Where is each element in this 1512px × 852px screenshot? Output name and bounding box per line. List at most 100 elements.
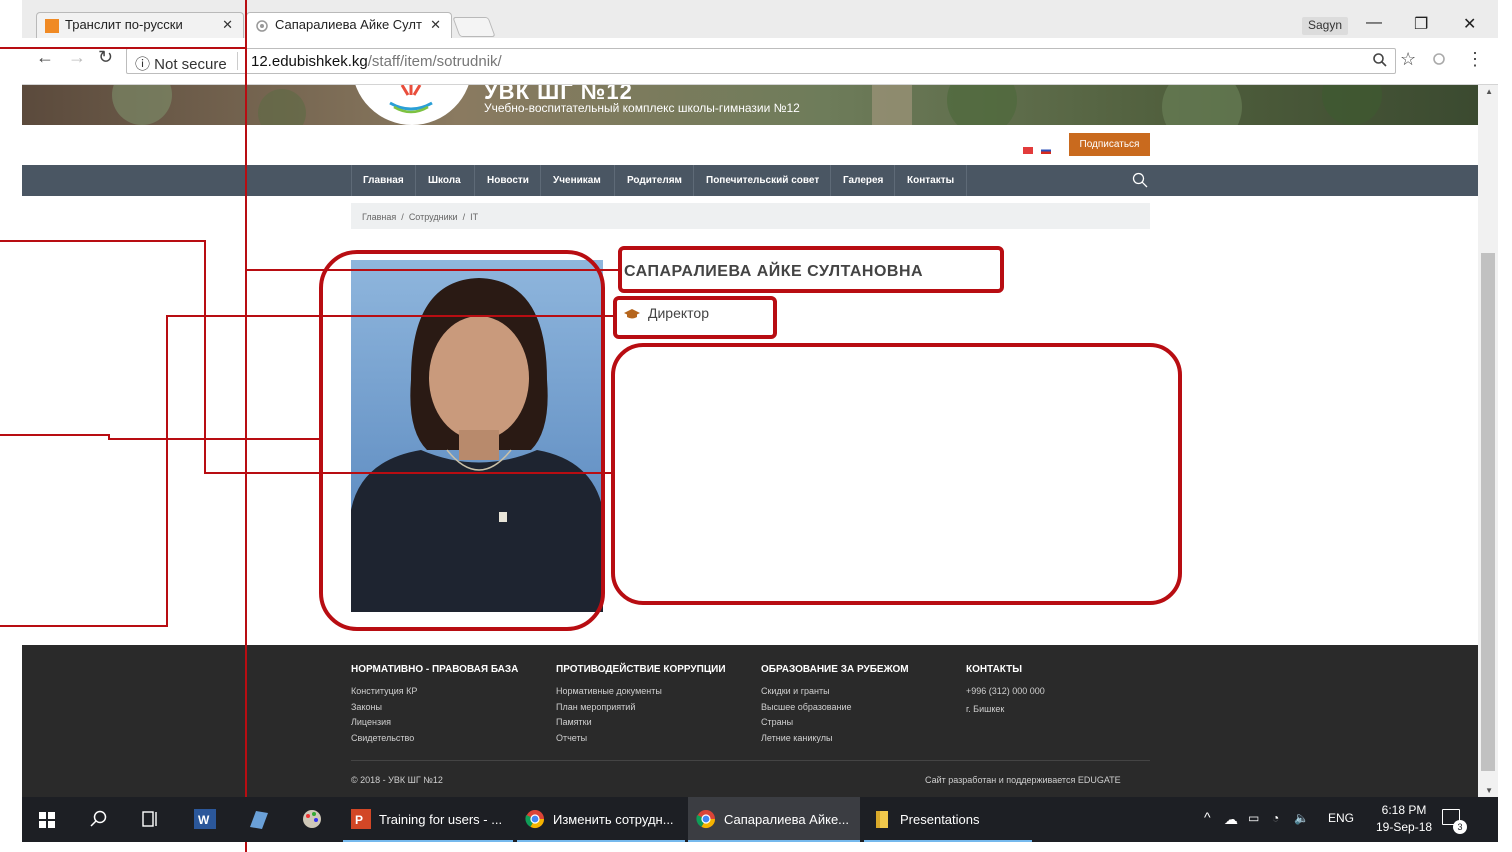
bookmark-star-icon[interactable]: ☆ (1400, 49, 1416, 70)
battery-icon[interactable]: ▭ (1248, 811, 1259, 825)
reload-icon[interactable]: ↻ (98, 47, 113, 68)
nav-divider (415, 165, 416, 196)
search-icon[interactable] (1132, 172, 1148, 188)
kyrgyz-flag-icon[interactable] (1023, 147, 1033, 154)
loading-favicon-icon (255, 19, 269, 33)
footer-link[interactable]: Законы (351, 700, 518, 716)
school-logo-icon[interactable] (380, 85, 442, 121)
taskbar-app-indicator (864, 840, 1032, 842)
word-app-icon[interactable]: W (194, 809, 216, 829)
annotation-description-box (611, 343, 1182, 605)
nav-item-parents[interactable]: Родителям (627, 175, 682, 186)
taskbar-app-powerpoint[interactable]: P Training for users - ... (343, 797, 513, 842)
forward-arrow-icon[interactable]: → (68, 47, 86, 68)
nav-item-home[interactable]: Главная (363, 175, 404, 186)
tray-chevron-up-icon[interactable]: ^ (1204, 809, 1211, 825)
taskbar-app-label: Presentations (900, 812, 980, 827)
footer-column-contacts: КОНТАКТЫ +996 (312) 000 000 г. Бишкек (966, 664, 1045, 717)
footer-link[interactable]: Скидки и гранты (761, 684, 909, 700)
scrollbar-thumb[interactable] (1481, 253, 1495, 771)
nav-item-board[interactable]: Попечительский совет (706, 175, 819, 186)
restore-icon[interactable]: ❐ (1414, 14, 1428, 34)
system-clock[interactable]: 6:18 PM 19-Sep-18 (1376, 802, 1432, 836)
taskbar-app-chrome-edit[interactable]: Изменить сотрудн... (517, 797, 685, 842)
nav-divider (830, 165, 831, 196)
back-arrow-icon[interactable]: ← (36, 47, 54, 68)
footer-link[interactable]: План мероприятий (556, 700, 726, 716)
extension-icon[interactable] (1432, 52, 1446, 71)
footer-link[interactable]: Высшее образование (761, 700, 909, 716)
footer-developer[interactable]: Сайт разработан и поддерживается EDUGATE (925, 775, 1121, 785)
paint-app-icon[interactable] (300, 807, 324, 831)
close-icon[interactable]: ✕ (430, 17, 441, 33)
footer-link[interactable]: Памятки (556, 715, 726, 731)
svg-text:P: P (355, 813, 363, 827)
minimize-icon[interactable]: — (1366, 14, 1382, 32)
annotation-leader-line (245, 269, 619, 271)
footer-heading: КОНТАКТЫ (966, 664, 1023, 675)
footer-heading: НОРМАТИВНО - ПРАВОВАЯ БАЗА (351, 664, 519, 675)
window-close-icon[interactable]: ✕ (1463, 14, 1476, 34)
tab-translit[interactable]: Транслит по-русски ✕ (36, 12, 244, 38)
annotation-leader-line (0, 47, 246, 49)
security-label: Not secure (154, 56, 227, 73)
profile-badge[interactable]: Sagyn (1302, 17, 1349, 35)
volume-icon[interactable]: 🔈 (1294, 811, 1309, 825)
footer-link[interactable]: Лицензия (351, 715, 518, 731)
search-icon[interactable] (90, 810, 108, 828)
footer-heading: ПРОТИВОДЕЙСТВИЕ КОРРУПЦИИ (556, 664, 726, 675)
taskbar-app-indicator (517, 840, 685, 842)
footer-link[interactable]: Конституция КР (351, 684, 518, 700)
footer-phone[interactable]: +996 (312) 000 000 (966, 684, 1045, 700)
footer-link[interactable]: Свидетельство (351, 731, 518, 747)
url-text[interactable]: 12.edubishkek.kg/staff/item/sotrudnik/ (251, 53, 502, 70)
input-language[interactable]: ENG (1328, 811, 1354, 825)
nav-divider (894, 165, 895, 196)
nav-divider (540, 165, 541, 196)
onedrive-cloud-icon[interactable]: ☁ (1224, 811, 1238, 828)
footer-link[interactable]: Отчеты (556, 731, 726, 747)
new-tab-button[interactable] (452, 17, 496, 37)
annotation-name-box (618, 246, 1004, 293)
wifi-icon[interactable]: ◔ (1272, 811, 1279, 825)
annotation-leader-line (166, 315, 614, 317)
main-navigation: Главная Школа Новости Ученикам Родителям… (22, 165, 1478, 196)
scroll-down-arrow-icon[interactable]: ▼ (1485, 786, 1493, 795)
nav-item-contacts[interactable]: Контакты (907, 175, 954, 186)
taskbar-app-indicator (688, 840, 860, 842)
menu-kebab-icon[interactable]: ⋮ (1466, 49, 1484, 70)
task-view-icon[interactable] (142, 811, 160, 827)
nav-item-news[interactable]: Новости (487, 175, 529, 186)
breadcrumb-home[interactable]: Главная (362, 212, 396, 222)
url-path: /staff/item/sotrudnik/ (367, 53, 502, 70)
clock-date: 19-Sep-18 (1376, 820, 1433, 834)
footer-city: г. Бишкек (966, 703, 1005, 714)
footer-link[interactable]: Летние каникулы (761, 731, 909, 747)
taskbar-app-folder[interactable]: Presentations (864, 797, 1032, 842)
russian-flag-icon[interactable] (1041, 147, 1051, 154)
address-bar[interactable]: ⓘ Not secure 12.edubishkek.kg/staff/item… (126, 48, 1396, 74)
security-indicator[interactable]: ⓘ Not secure (135, 53, 227, 74)
close-icon[interactable]: ✕ (222, 17, 233, 33)
nav-item-school[interactable]: Школа (428, 175, 461, 186)
nav-item-students[interactable]: Ученикам (553, 175, 601, 186)
page-scrollbar[interactable]: ▲ ▼ (1478, 85, 1498, 797)
footer-link[interactable]: Нормативные документы (556, 684, 726, 700)
windows-start-icon[interactable] (39, 812, 55, 828)
scroll-up-arrow-icon[interactable]: ▲ (1485, 87, 1493, 96)
clock-time: 6:18 PM (1381, 803, 1427, 817)
tab-staff-page[interactable]: Сапаралиева Айке Султ ✕ (246, 12, 452, 38)
subscribe-button[interactable]: Подписаться (1069, 133, 1150, 156)
generic-app-icon[interactable] (248, 809, 270, 829)
zoom-icon[interactable] (1372, 52, 1388, 73)
breadcrumb-separator: / (460, 212, 468, 222)
tab-label: Сапаралиева Айке Султ (275, 17, 422, 32)
taskbar-app-chrome-staff[interactable]: Сапаралиева Айке... (688, 797, 860, 842)
folder-icon (876, 811, 888, 828)
footer-link[interactable]: Страны (761, 715, 909, 731)
nav-item-gallery[interactable]: Галерея (843, 175, 883, 186)
annotation-leader-line (0, 434, 110, 436)
annotation-leader-line (108, 438, 321, 440)
breadcrumb-staff[interactable]: Сотрудники (409, 212, 458, 222)
nav-divider (614, 165, 615, 196)
